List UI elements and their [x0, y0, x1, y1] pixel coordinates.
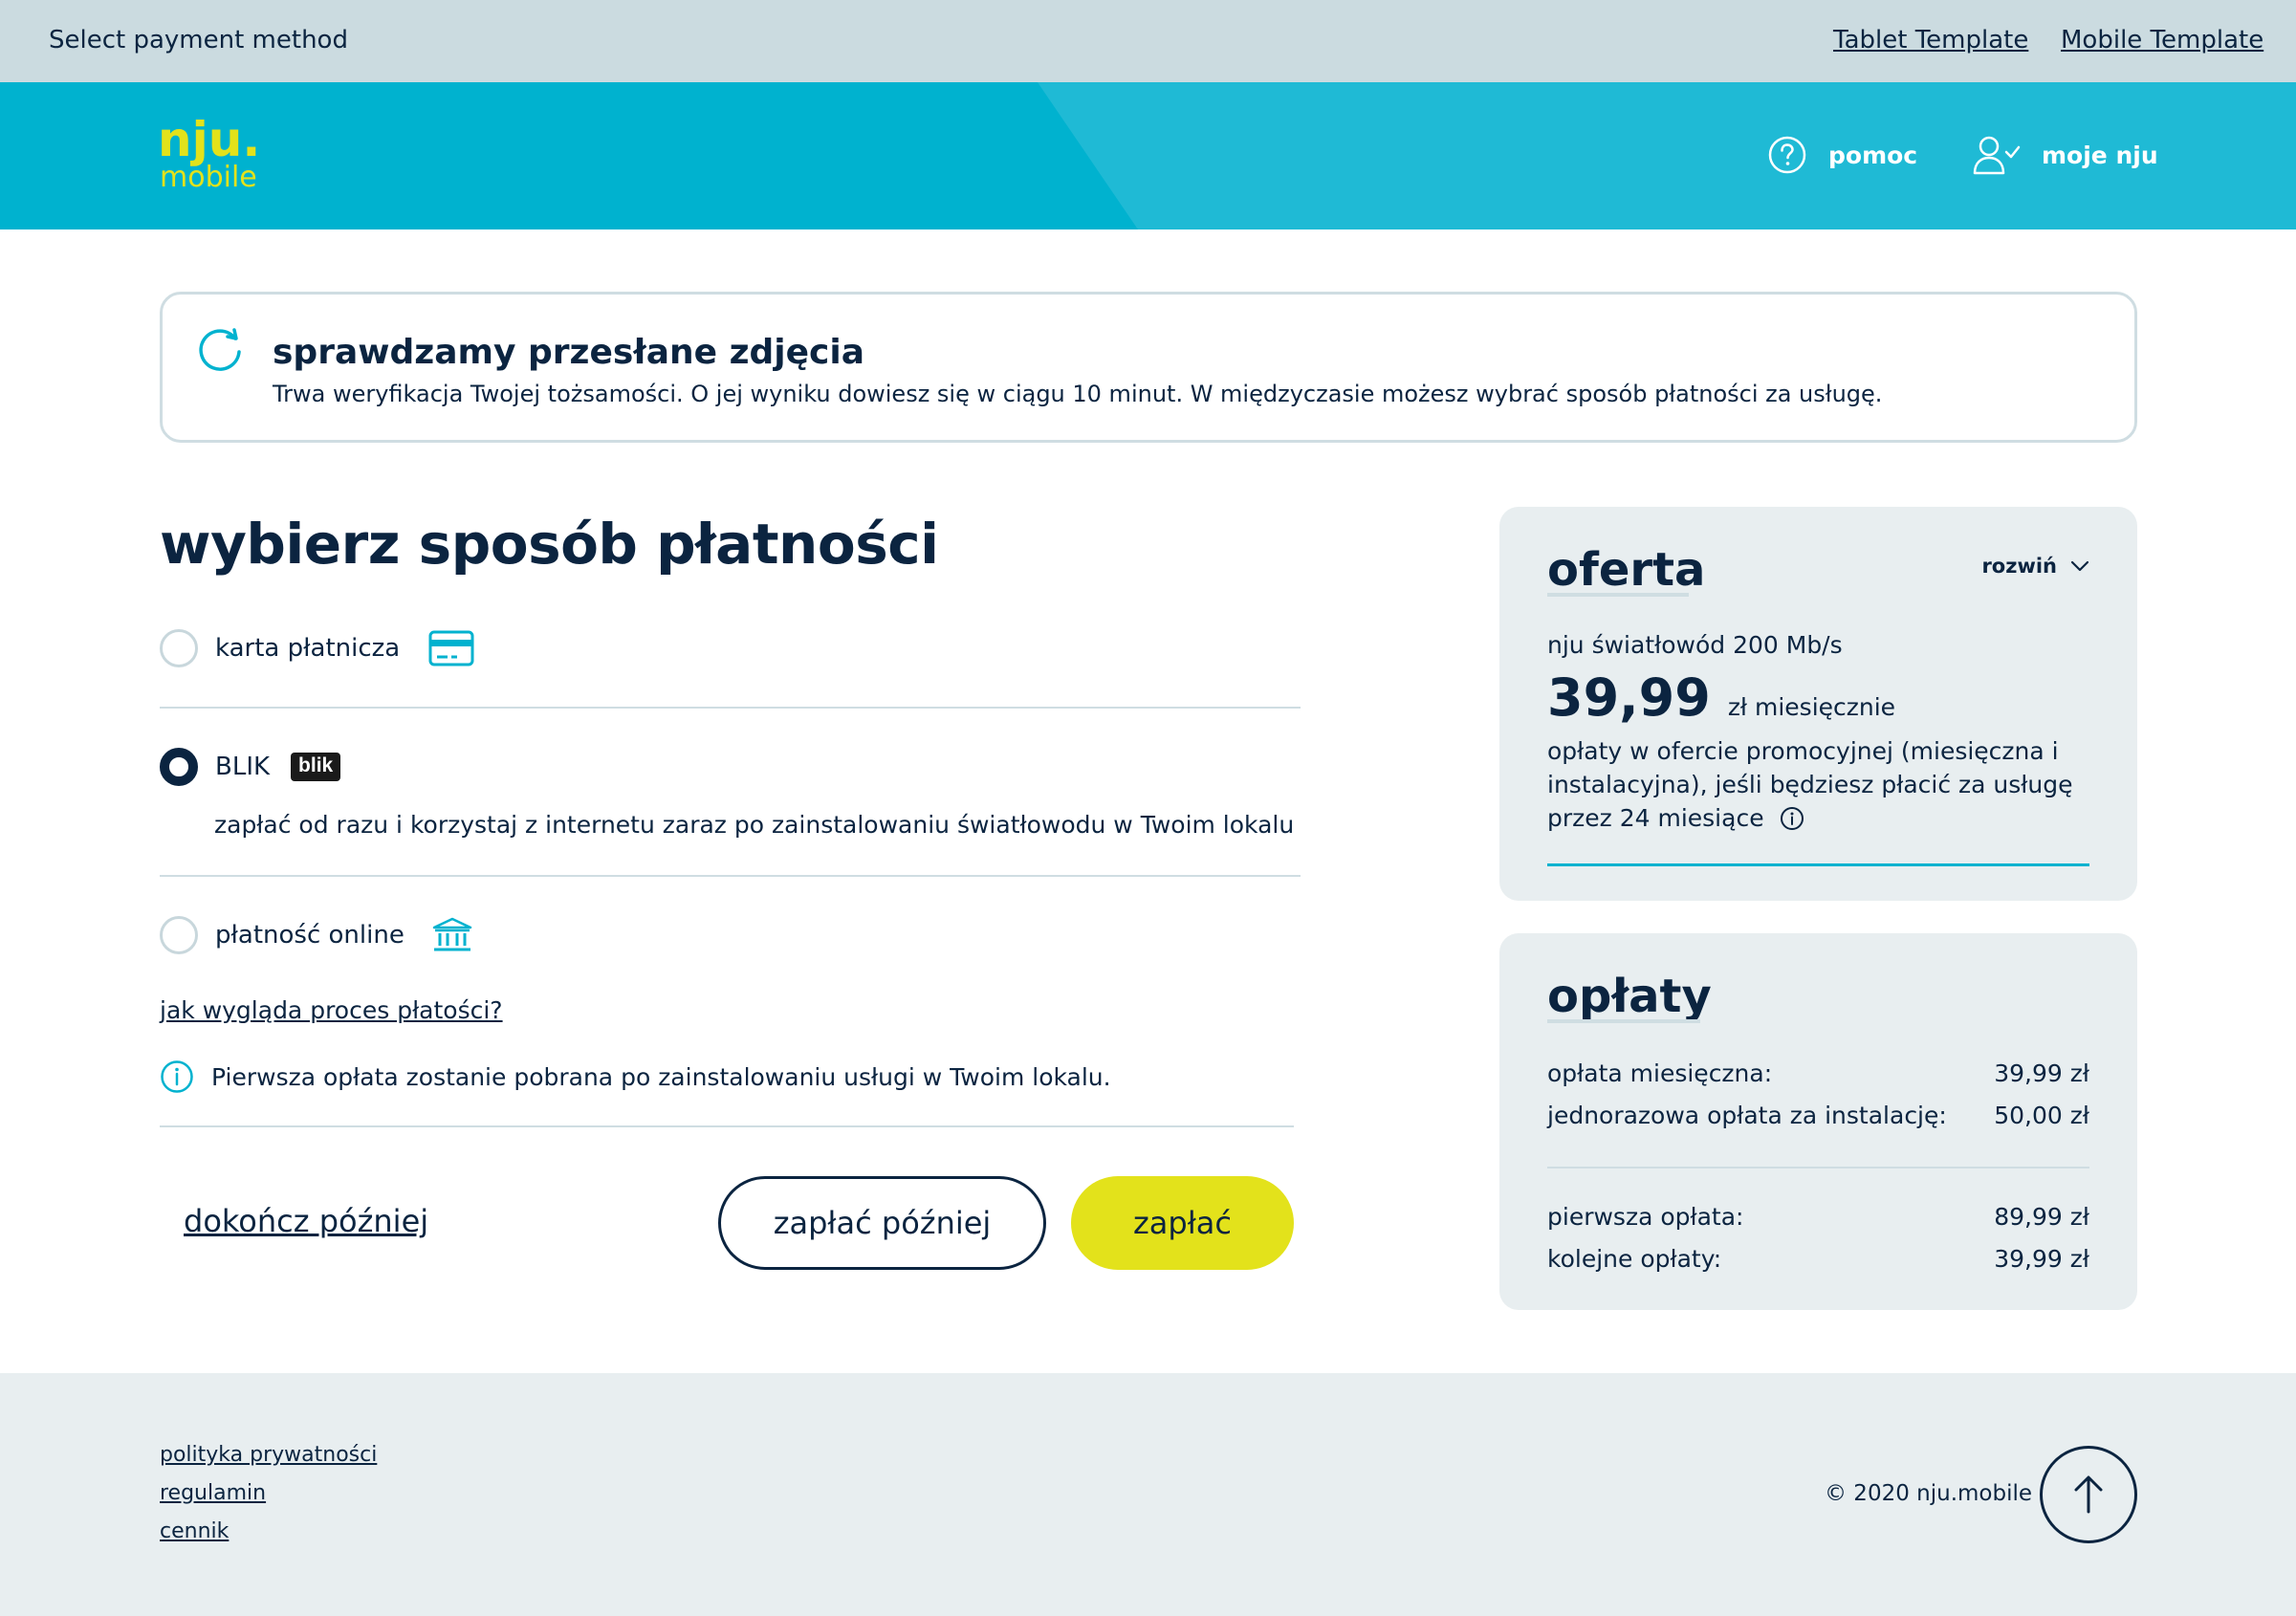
- page-title: wybierz sposób płatności: [160, 512, 939, 577]
- chevron-down-icon: [2070, 560, 2089, 572]
- header-background-shape: [1038, 82, 2296, 229]
- online-radio[interactable]: [160, 916, 198, 954]
- fees-divider: [1547, 1167, 2089, 1168]
- fee-value: 39,99 zł: [1994, 1245, 2089, 1273]
- refresh-icon: [199, 328, 241, 371]
- site-header: nju. mobile pomoc moje nju: [0, 82, 2296, 229]
- expand-label: rozwiń: [1981, 555, 2057, 578]
- offer-panel: oferta rozwiń nju światłowód 200 Mb/s 39…: [1499, 507, 2137, 901]
- actions-divider: [160, 1125, 1294, 1127]
- offer-description: opłaty w ofercie promocyjnej (miesięczna…: [1547, 734, 2083, 835]
- offer-price-value: 39,99: [1547, 667, 1711, 728]
- help-nav-label: pomoc: [1828, 141, 1918, 169]
- offer-title: oferta: [1547, 543, 1706, 597]
- fee-label: kolejne opłaty:: [1547, 1245, 1722, 1273]
- fee-row: pierwsza opłata: 89,99 zł: [1547, 1203, 2089, 1231]
- blik-description: zapłać od razu i korzystaj z internetu z…: [214, 811, 1295, 839]
- account-nav-label: moje nju: [2042, 141, 2158, 169]
- blik-logo: blik: [291, 753, 341, 781]
- expand-toggle[interactable]: rozwiń: [1981, 555, 2089, 578]
- user-check-icon: [1973, 136, 2021, 175]
- scroll-to-top-button[interactable]: [2040, 1446, 2137, 1543]
- finish-later-link[interactable]: dokończ później: [184, 1203, 428, 1239]
- fee-value: 89,99 zł: [1994, 1203, 2089, 1231]
- payment-option-card[interactable]: karta płatnicza: [160, 629, 474, 667]
- payment-process-link[interactable]: jak wygląda proces płatości?: [160, 996, 503, 1024]
- offer-info-icon[interactable]: [1780, 806, 1804, 831]
- help-nav-item[interactable]: pomoc: [1767, 135, 1917, 175]
- footer-link-pricing[interactable]: cennik: [160, 1519, 229, 1543]
- payment-option-online[interactable]: płatność online: [160, 916, 473, 954]
- fee-label: opłata miesięczna:: [1547, 1059, 1773, 1087]
- footer-link-terms[interactable]: regulamin: [160, 1481, 266, 1505]
- account-nav-item[interactable]: moje nju: [1973, 135, 2158, 175]
- template-title: Select payment method: [49, 26, 348, 55]
- fee-value: 39,99 zł: [1994, 1059, 2089, 1087]
- first-payment-info-text: Pierwsza opłata zostanie pobrana po zain…: [211, 1062, 1111, 1091]
- offer-title-underline: [1547, 593, 1689, 597]
- blik-radio[interactable]: [160, 748, 198, 786]
- bank-icon: [432, 917, 472, 951]
- site-footer: polityka prywatności regulamin cennik © …: [0, 1373, 2296, 1616]
- online-option-label: płatność online: [215, 921, 405, 950]
- fee-row: opłata miesięczna: 39,99 zł: [1547, 1059, 2089, 1087]
- blik-option-label: BLIK: [215, 753, 271, 781]
- fee-label: pierwsza opłata:: [1547, 1203, 1744, 1231]
- fees-title: opłaty: [1547, 970, 1712, 1023]
- footer-link-privacy[interactable]: polityka prywatności: [160, 1443, 377, 1467]
- arrow-up-icon: [2074, 1475, 2103, 1514]
- fee-value: 50,00 zł: [1994, 1102, 2089, 1129]
- tablet-template-link[interactable]: Tablet Template: [1833, 26, 2028, 55]
- option-divider: [160, 707, 1301, 709]
- card-radio[interactable]: [160, 629, 198, 667]
- pay-button[interactable]: zapłać: [1071, 1176, 1294, 1270]
- nju-mobile-logo[interactable]: nju. mobile: [158, 112, 301, 196]
- svg-text:mobile: mobile: [160, 161, 257, 192]
- help-circle-icon: [1768, 136, 1806, 174]
- notice-text: Trwa weryfikacja Twojej tożsamości. O je…: [273, 381, 1883, 407]
- fee-label: jednorazowa opłata za instalację:: [1547, 1102, 1947, 1129]
- notice-title: sprawdzamy przesłane zdjęcia: [273, 333, 865, 372]
- option-divider: [160, 875, 1301, 877]
- verification-notice: sprawdzamy przesłane zdjęcia Trwa weryfi…: [160, 292, 2137, 443]
- info-icon: [161, 1060, 193, 1093]
- payment-option-blik[interactable]: BLIK blik: [160, 748, 341, 786]
- offer-accent-line: [1547, 863, 2089, 866]
- fee-row: kolejne opłaty: 39,99 zł: [1547, 1245, 2089, 1273]
- copyright: © 2020 nju.mobile: [1825, 1481, 2033, 1506]
- svg-text:nju.: nju.: [158, 116, 260, 167]
- first-payment-info: Pierwsza opłata zostanie pobrana po zain…: [160, 1059, 1111, 1094]
- template-bar: Select payment method Tablet Template Mo…: [0, 0, 2296, 82]
- offer-price-unit: zł miesięcznie: [1727, 693, 1896, 721]
- fee-row: jednorazowa opłata za instalację: 50,00 …: [1547, 1102, 2089, 1129]
- pay-later-button[interactable]: zapłać później: [718, 1176, 1046, 1270]
- mobile-template-link[interactable]: Mobile Template: [2061, 26, 2263, 55]
- offer-price: 39,99 zł miesięcznie: [1547, 667, 1895, 728]
- credit-card-icon: [428, 630, 474, 666]
- logo-graphic: nju. mobile: [158, 112, 260, 194]
- fees-title-underline: [1547, 1019, 1700, 1023]
- fees-panel: opłaty opłata miesięczna: 39,99 zł jedno…: [1499, 933, 2137, 1310]
- offer-name: nju światłowód 200 Mb/s: [1547, 631, 1843, 659]
- offer-description-text: opłaty w ofercie promocyjnej (miesięczna…: [1547, 737, 2073, 832]
- card-option-label: karta płatnicza: [215, 634, 401, 663]
